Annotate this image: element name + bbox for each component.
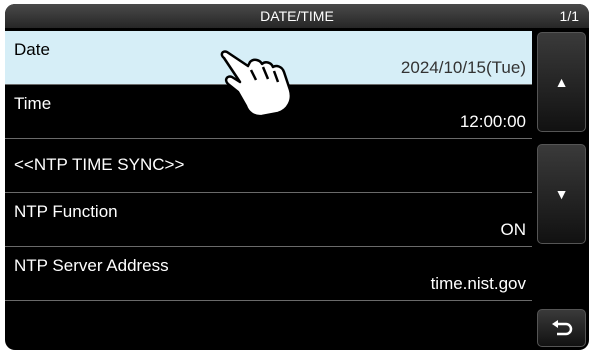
title-bar: DATE/TIME 1/1 (5, 4, 589, 28)
row-ntp-time-sync[interactable]: <<NTP TIME SYNC>> (5, 139, 532, 193)
row-label: NTP Function (14, 202, 118, 221)
touch-hand-icon (220, 50, 293, 118)
back-button[interactable] (537, 309, 586, 347)
scroll-up-button[interactable]: ▲ (537, 32, 586, 132)
row-label: <<NTP TIME SYNC>> (14, 155, 185, 174)
row-value: 12:00:00 (459, 112, 526, 131)
up-arrow-icon: ▲ (554, 74, 569, 90)
return-icon (551, 320, 572, 336)
row-ntp-function[interactable]: NTP Function ON (5, 193, 532, 247)
row-label: NTP Server Address (14, 256, 169, 275)
scroll-down-button[interactable]: ▼ (537, 144, 586, 244)
row-value: ON (500, 220, 527, 239)
page-indicator: 1/1 (559, 8, 579, 24)
row-value: 2024/10/15(Tue) (400, 58, 526, 77)
row-label: Time (14, 94, 52, 113)
row-label: Date (14, 40, 50, 59)
row-ntp-server-address[interactable]: NTP Server Address time.nist.gov (5, 247, 532, 301)
down-arrow-icon: ▼ (554, 186, 569, 202)
row-value: time.nist.gov (430, 274, 526, 293)
screen-title: DATE/TIME (260, 8, 334, 24)
